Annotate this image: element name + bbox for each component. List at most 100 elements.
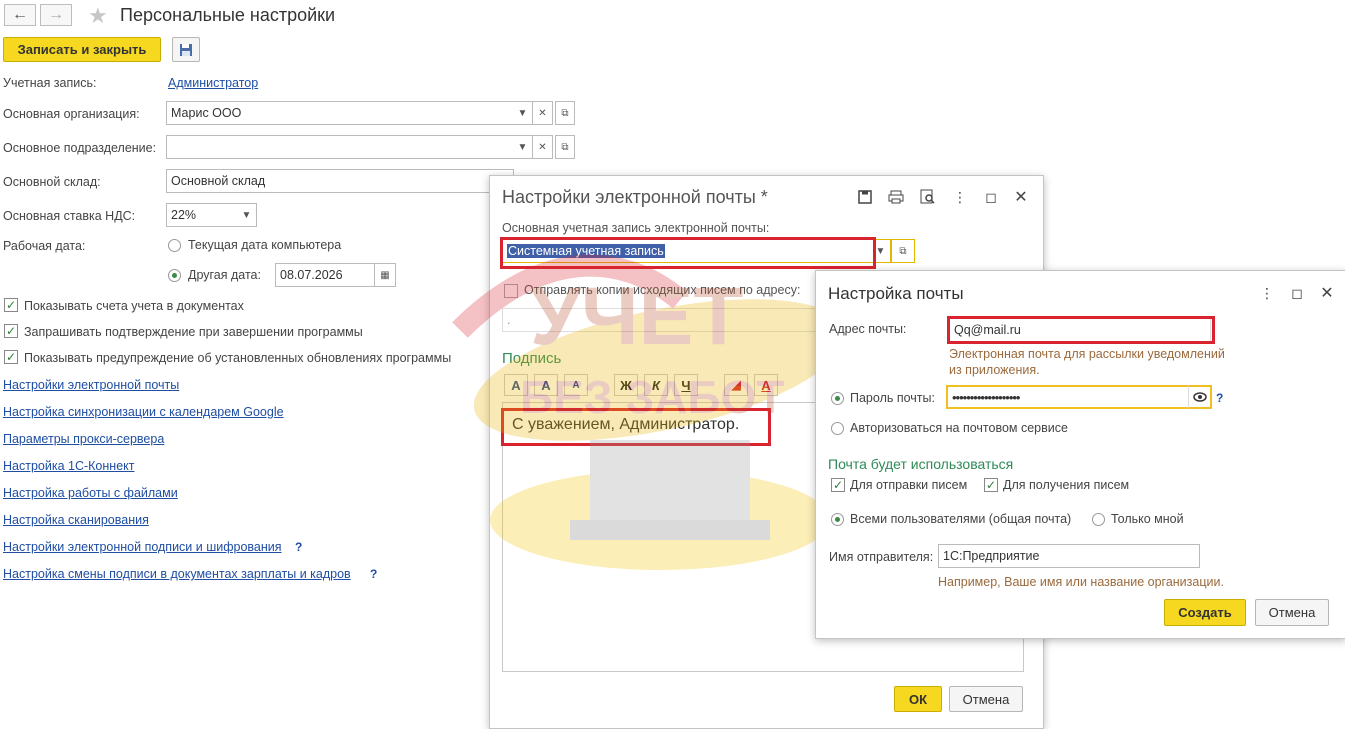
usage-section-title: Почта будет использоваться <box>828 456 1014 472</box>
more-icon[interactable]: ⋮ <box>950 187 970 207</box>
forward-button[interactable]: → <box>40 4 72 26</box>
page-title: Персональные настройки <box>120 5 336 25</box>
sender-label: Имя отправителя: <box>829 550 934 564</box>
checkbox-confirm-exit[interactable]: ✓ <box>4 324 18 338</box>
favorite-star-icon[interactable]: ★ <box>88 3 108 29</box>
checkbox-update-warning[interactable]: ✓ <box>4 350 18 364</box>
password-radio[interactable] <box>831 392 844 405</box>
font-increase-button[interactable]: A <box>534 374 558 396</box>
account-link[interactable]: Администратор <box>168 76 258 90</box>
highlight-box <box>947 316 1215 344</box>
format-label: A <box>541 377 551 393</box>
org-dropdown-button[interactable]: ▼ <box>513 101 533 125</box>
cancel-button[interactable]: Отмена <box>1255 599 1329 626</box>
link-digital-signature[interactable]: Настройки электронной подписи и шифрован… <box>3 540 282 554</box>
dept-clear-button[interactable]: ✕ <box>533 135 553 159</box>
address-hint: Электронная почта для рассылки уведомлен… <box>949 347 1225 361</box>
all-users-radio[interactable] <box>831 513 844 526</box>
show-password-button[interactable] <box>1188 385 1212 409</box>
save-button[interactable] <box>172 37 200 62</box>
email-account-open[interactable]: ⧉ <box>891 239 915 263</box>
bold-button[interactable]: Ж <box>614 374 638 396</box>
dialog-title: Настройка почты <box>828 284 964 303</box>
sender-hint: Например, Ваше имя или название организа… <box>938 575 1224 589</box>
vat-field[interactable]: 22% <box>166 203 238 227</box>
vat-label: Основная ставка НДС: <box>3 209 136 223</box>
auth-radio[interactable] <box>831 422 844 435</box>
workdate-field[interactable]: 08.07.2026 <box>275 263 375 287</box>
send-copies-checkbox[interactable] <box>504 284 518 298</box>
link-email-settings[interactable]: Настройки электронной почты <box>3 378 179 392</box>
ok-button[interactable]: ОК <box>894 686 942 712</box>
workdate-other-label: Другая дата: <box>188 268 261 282</box>
more-icon[interactable]: ⋮ <box>1257 283 1277 303</box>
receive-checkbox[interactable]: ✓ <box>984 478 998 492</box>
font-decrease-button[interactable]: A <box>564 374 588 396</box>
org-clear-button[interactable]: ✕ <box>533 101 553 125</box>
print-icon[interactable] <box>886 187 906 207</box>
paint-bucket-icon: ◢ <box>731 377 741 392</box>
arrow-right-icon: → <box>48 6 64 23</box>
dept-dropdown-button[interactable]: ▼ <box>513 135 533 159</box>
close-icon[interactable]: ✕ <box>1317 283 1337 303</box>
italic-button[interactable]: К <box>644 374 668 396</box>
link-payroll-signature[interactable]: Настройка смены подписи в документах зар… <box>3 567 351 581</box>
workdate-label: Рабочая дата: <box>3 239 86 253</box>
help-icon[interactable]: ? <box>1216 391 1223 405</box>
font-bold-size-button[interactable]: A <box>504 374 528 396</box>
email-account-label: Основная учетная запись электронной почт… <box>502 221 770 235</box>
save-and-close-button[interactable]: Записать и закрыть <box>3 37 161 62</box>
close-icon[interactable]: ✕ <box>1011 187 1031 207</box>
vat-dropdown-button[interactable]: ▼ <box>237 203 257 227</box>
cancel-button[interactable]: Отмена <box>949 686 1023 712</box>
eye-icon <box>1192 392 1207 402</box>
only-me-radio[interactable] <box>1092 513 1105 526</box>
highlight-box <box>501 408 771 446</box>
address-label: Адрес почты: <box>829 322 907 336</box>
checkbox-show-accounts[interactable]: ✓ <box>4 298 18 312</box>
send-copies-field[interactable]: . <box>502 308 820 332</box>
maximize-icon[interactable]: ◻ <box>981 187 1001 207</box>
checkbox-label: Показывать счета учета в документах <box>24 299 244 313</box>
link-scanning[interactable]: Настройка сканирования <box>3 513 149 527</box>
link-files[interactable]: Настройка работы с файлами <box>3 486 178 500</box>
workdate-other-radio[interactable] <box>168 269 181 282</box>
format-label: Ж <box>620 377 632 393</box>
format-label: Ч <box>681 377 691 393</box>
workdate-current-radio[interactable] <box>168 239 181 252</box>
maximize-icon[interactable]: ◻ <box>1287 283 1307 303</box>
warehouse-field[interactable]: Основной склад <box>166 169 514 193</box>
underline-button[interactable]: Ч <box>674 374 698 396</box>
org-open-button[interactable]: ⧉ <box>555 101 575 125</box>
link-1c-connect[interactable]: Настройка 1С-Коннект <box>3 459 134 473</box>
help-icon[interactable]: ? <box>295 540 302 554</box>
all-users-label: Всеми пользователями (общая почта) <box>850 512 1072 526</box>
back-button[interactable]: ← <box>4 4 36 26</box>
password-field[interactable]: ••••••••••••••••••• <box>946 385 1190 409</box>
create-button[interactable]: Создать <box>1164 599 1246 626</box>
dialog-title: Настройки электронной почты * <box>502 187 768 207</box>
highlight-box <box>500 237 876 269</box>
dept-open-button[interactable]: ⧉ <box>555 135 575 159</box>
link-google-calendar[interactable]: Настройка синхронизации с календарем Goo… <box>3 405 284 419</box>
dept-field[interactable] <box>166 135 514 159</box>
help-icon[interactable]: ? <box>370 567 377 581</box>
send-label: Для отправки писем <box>850 478 968 492</box>
org-field[interactable]: Марис ООО <box>166 101 514 125</box>
open-window-icon: ⧉ <box>899 245 907 257</box>
signature-title: Подпись <box>502 350 562 367</box>
format-label: A <box>511 377 521 393</box>
workdate-current-label: Текущая дата компьютера <box>188 238 342 252</box>
account-label: Учетная запись: <box>3 76 97 90</box>
chevron-down-icon: ▼ <box>241 209 252 221</box>
link-proxy[interactable]: Параметры прокси-сервера <box>3 432 164 446</box>
font-color-button[interactable]: A <box>754 374 778 396</box>
calendar-button[interactable]: ▦ <box>374 263 396 287</box>
arrow-left-icon: ← <box>12 6 28 23</box>
preview-icon[interactable] <box>918 187 938 207</box>
send-checkbox[interactable]: ✓ <box>831 478 845 492</box>
format-label: К <box>652 377 660 393</box>
sender-field[interactable]: 1С:Предприятие <box>938 544 1200 568</box>
save-icon[interactable] <box>855 187 875 207</box>
fill-color-button[interactable]: ◢ <box>724 374 748 396</box>
